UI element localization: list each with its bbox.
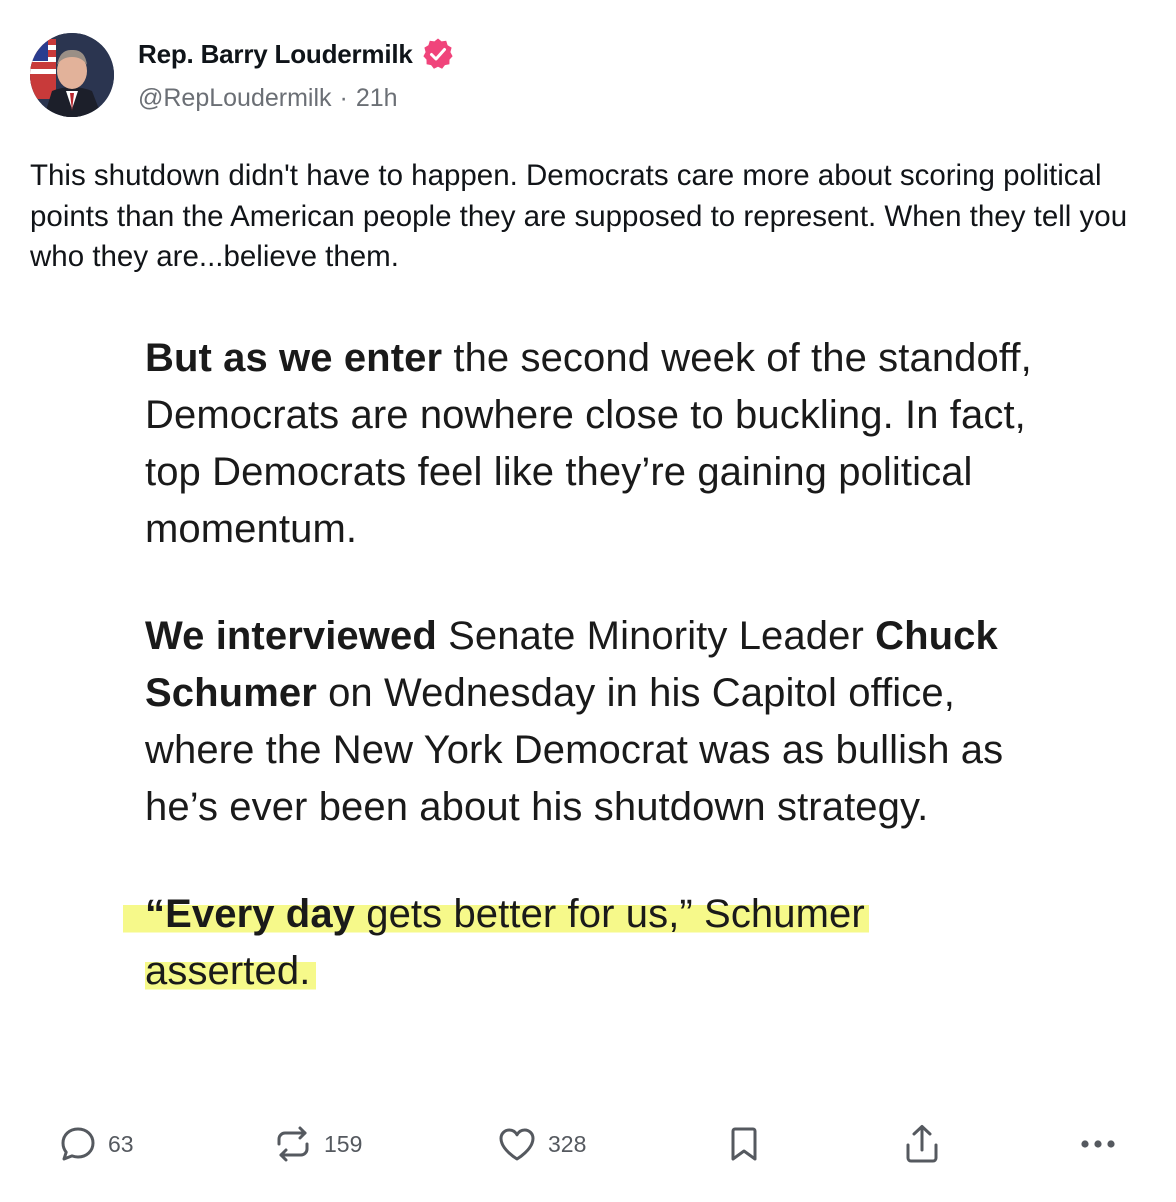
more-options-button[interactable] — [1078, 1116, 1118, 1172]
author-display-name[interactable]: Rep. Barry Loudermilk — [138, 39, 413, 70]
article-p1-bold: But as we enter — [145, 336, 443, 380]
avatar-image — [30, 33, 114, 117]
bookmark-button[interactable] — [726, 1116, 762, 1172]
article-p2-mid: Senate Minority Leader — [436, 614, 876, 658]
article-excerpt: But as we enter the second week of the s… — [123, 330, 1045, 1000]
author-name-row: Rep. Barry Loudermilk — [138, 34, 455, 74]
share-button[interactable] — [902, 1116, 942, 1172]
article-p3-mid: gets better for us,” Schumer — [355, 892, 865, 936]
bookmark-icon — [726, 1124, 762, 1164]
reply-icon — [58, 1124, 98, 1164]
meta-separator: · — [339, 84, 348, 112]
repost-button[interactable]: 159 — [272, 1116, 362, 1172]
highlighted-quote: “Every day gets better for us,” Schumer — [123, 892, 869, 936]
reply-button[interactable]: 63 — [58, 1116, 134, 1172]
post: Rep. Barry Loudermilk @RepLoudermilk · 2… — [0, 0, 1176, 1202]
post-text: This shutdown didn't have to happen. Dem… — [30, 159, 1128, 273]
action-bar: 63 159 328 — [0, 1116, 1176, 1172]
like-button[interactable]: 328 — [496, 1116, 586, 1172]
post-timestamp[interactable]: 21h — [356, 84, 398, 113]
author-meta-row: @RepLoudermilk · 21h — [138, 84, 398, 113]
author-handle[interactable]: @RepLoudermilk — [138, 84, 332, 113]
reply-count: 63 — [108, 1130, 134, 1157]
article-paragraph-1: But as we enter the second week of the s… — [145, 330, 1045, 558]
like-count: 328 — [548, 1130, 587, 1157]
repost-icon — [272, 1124, 314, 1164]
repost-count: 159 — [324, 1130, 363, 1157]
avatar[interactable] — [30, 33, 114, 117]
verified-badge-icon — [421, 37, 455, 71]
heart-icon — [496, 1124, 538, 1164]
post-image[interactable]: But as we enter the second week of the s… — [30, 300, 1146, 1080]
article-paragraph-2: We interviewed Senate Minority Leader Ch… — [145, 608, 1045, 836]
article-paragraph-3: “Every day gets better for us,” Schumer a… — [123, 886, 1045, 1000]
article-p2-bold-1: We interviewed — [145, 614, 437, 658]
highlighted-attribution: asserted. — [145, 949, 317, 993]
more-options-icon — [1078, 1124, 1118, 1164]
share-icon — [902, 1123, 942, 1165]
article-p3-bold: “Every day — [145, 892, 356, 936]
